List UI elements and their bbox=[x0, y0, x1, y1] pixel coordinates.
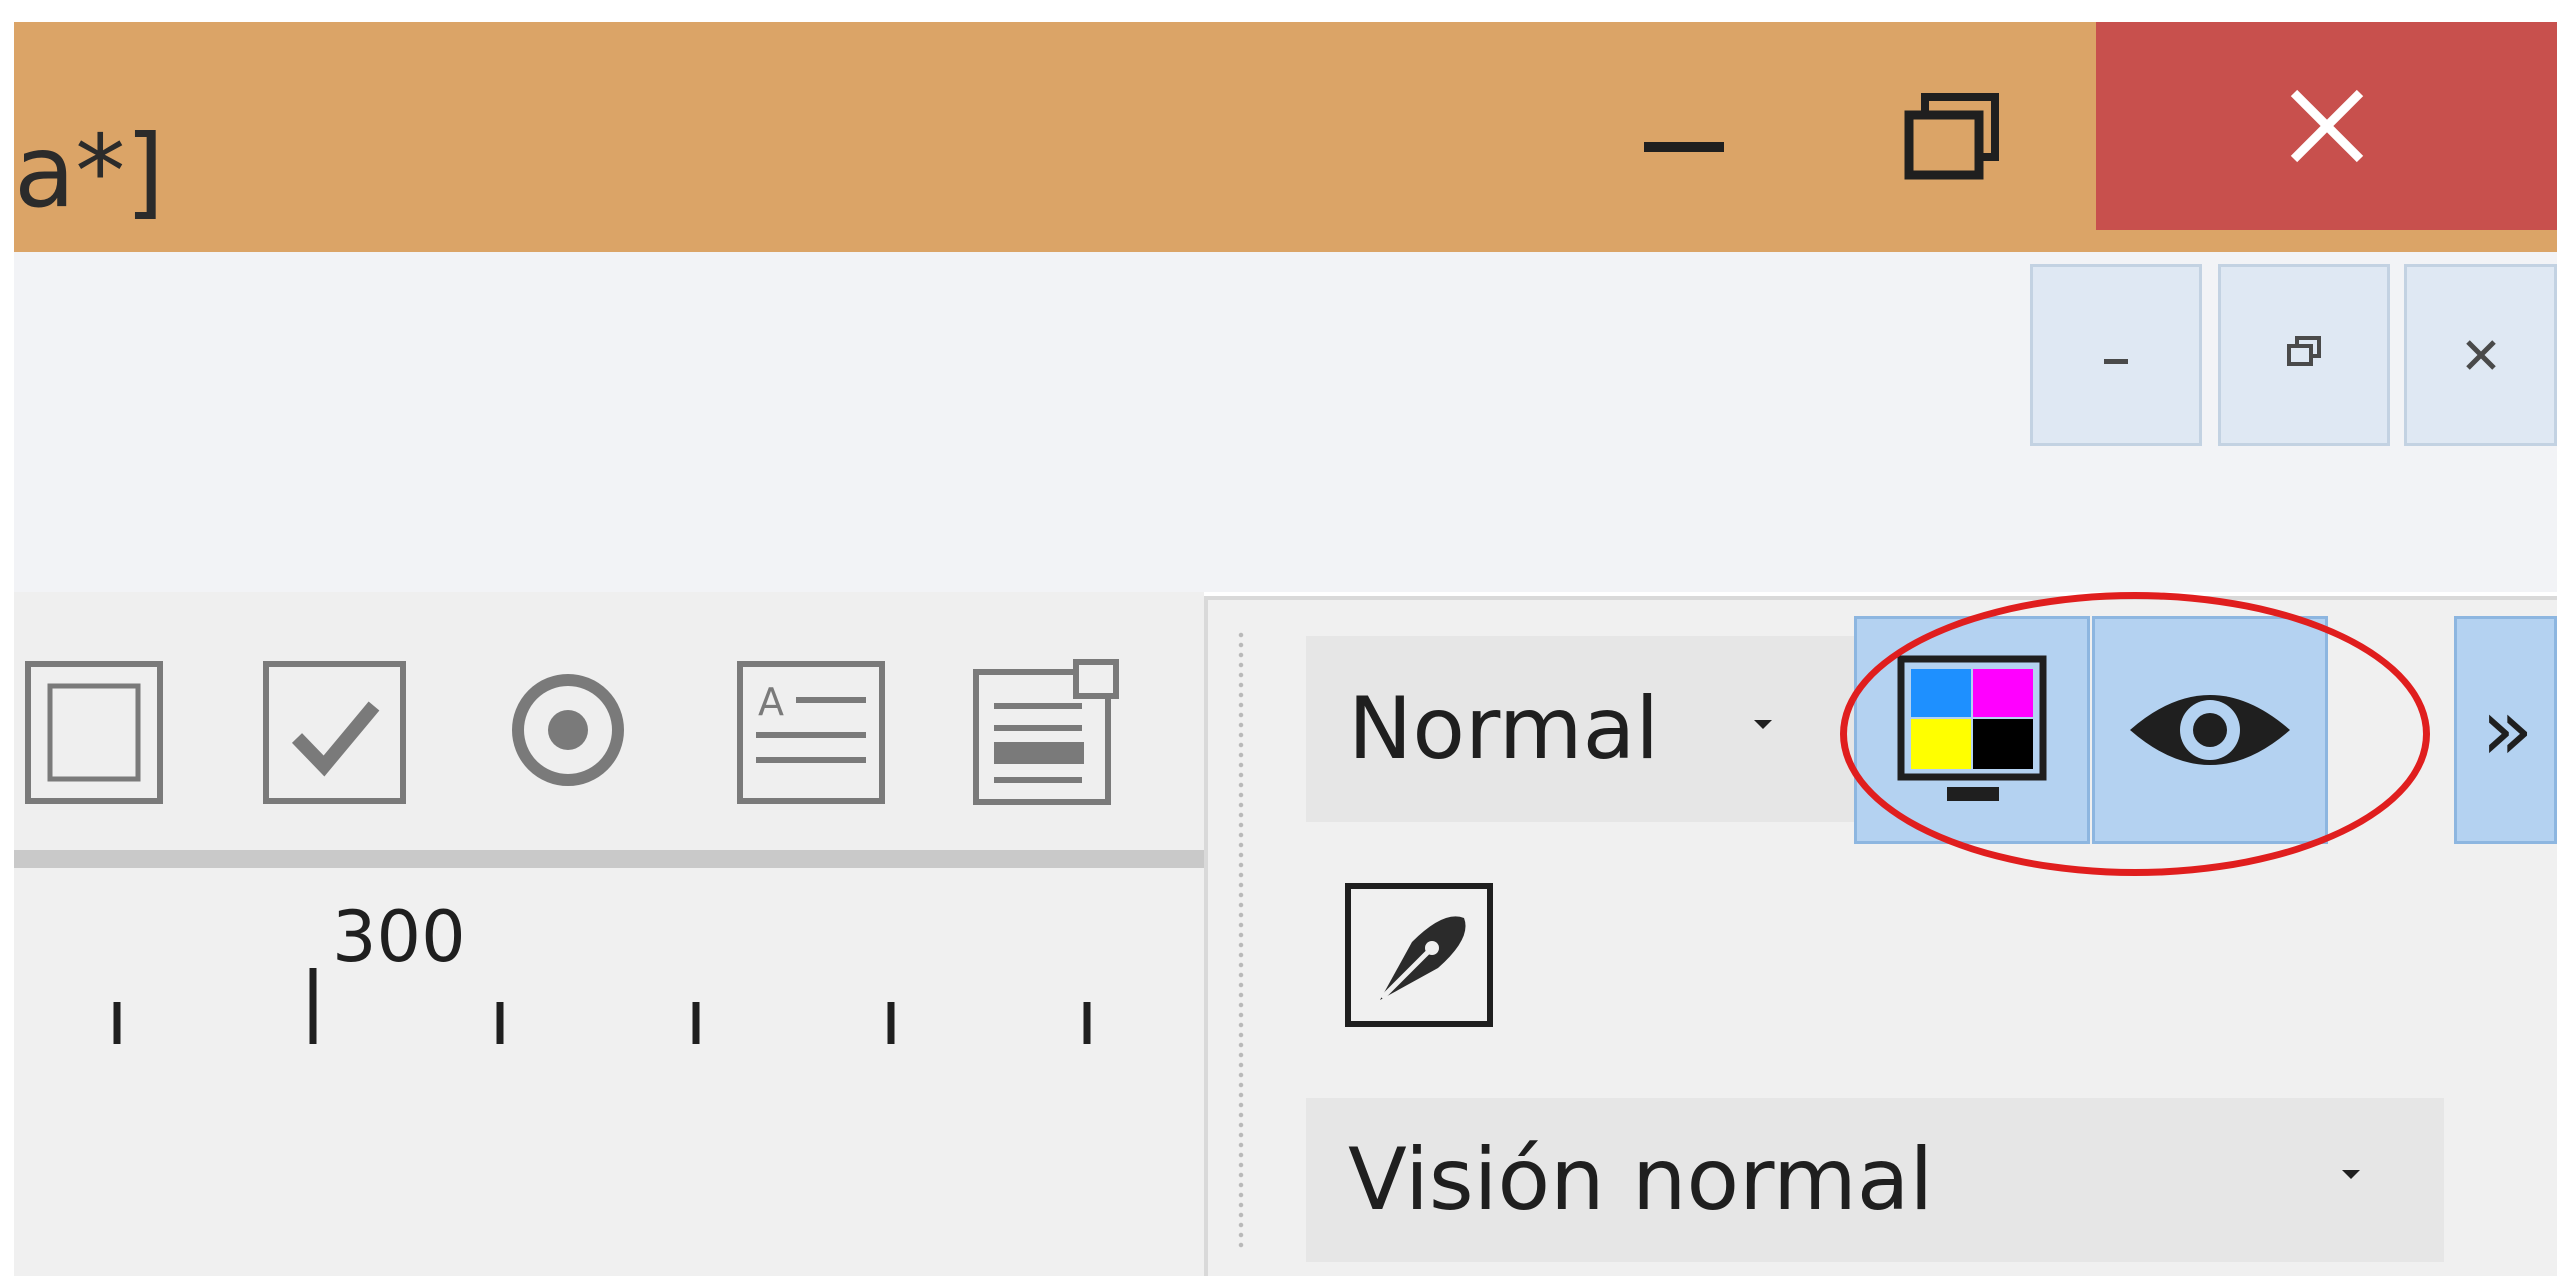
toolbar-grip[interactable] bbox=[1236, 630, 1246, 1250]
form-controls-toolbar: A bbox=[14, 592, 1204, 850]
list-box-button[interactable] bbox=[972, 658, 1122, 812]
vision-mode-value: Visión normal bbox=[1348, 1130, 1934, 1230]
title-bar: a*] bbox=[14, 22, 2557, 252]
ruler-ticks bbox=[113, 968, 1091, 1044]
restore-icon bbox=[1904, 93, 1999, 180]
frame-button[interactable] bbox=[24, 660, 164, 809]
mdi-close-icon bbox=[2465, 340, 2496, 370]
chevron-down-icon bbox=[1754, 720, 1772, 729]
maximize-restore-button[interactable] bbox=[1864, 22, 2044, 252]
edit-button[interactable] bbox=[1344, 882, 1494, 1032]
checkbox-icon bbox=[263, 661, 406, 804]
overflow-chevron-icon: » bbox=[2481, 680, 2534, 780]
toolbar-separator bbox=[14, 850, 1204, 868]
toolbar-overflow-button[interactable]: » bbox=[2454, 616, 2557, 844]
ruler: 300 bbox=[14, 868, 1204, 1276]
close-button[interactable] bbox=[2096, 22, 2557, 230]
minimize-icon bbox=[1644, 142, 1724, 152]
vision-mode-combo[interactable]: Visión normal bbox=[1306, 1098, 2444, 1262]
annotation-highlight-ellipse bbox=[1840, 592, 2430, 876]
view-mode-combo[interactable]: Normal bbox=[1306, 636, 1858, 822]
minimize-button[interactable] bbox=[1594, 22, 1774, 252]
text-field-icon: A bbox=[737, 661, 885, 804]
mdi-minimize-button[interactable] bbox=[2030, 264, 2202, 446]
ruler-label: 300 bbox=[332, 896, 466, 978]
mdi-close-button[interactable] bbox=[2404, 264, 2557, 446]
mdi-restore-icon bbox=[2287, 336, 2321, 366]
radio-button-tool[interactable] bbox=[508, 670, 628, 794]
mdi-minimize-icon bbox=[2104, 359, 2128, 364]
frame-icon bbox=[25, 661, 163, 804]
checkbox-button[interactable] bbox=[262, 660, 407, 809]
text-field-button[interactable]: A bbox=[736, 660, 886, 809]
window-title: a*] bbox=[14, 113, 165, 230]
chevron-down-icon bbox=[2342, 1170, 2360, 1179]
list-box-icon bbox=[973, 659, 1119, 805]
svg-text:A: A bbox=[758, 680, 784, 724]
close-icon bbox=[2290, 89, 2363, 163]
radio-button-icon bbox=[512, 674, 624, 786]
mdi-restore-button[interactable] bbox=[2218, 264, 2390, 446]
view-mode-value: Normal bbox=[1348, 679, 1660, 779]
pen-nib-icon bbox=[1345, 883, 1493, 1027]
